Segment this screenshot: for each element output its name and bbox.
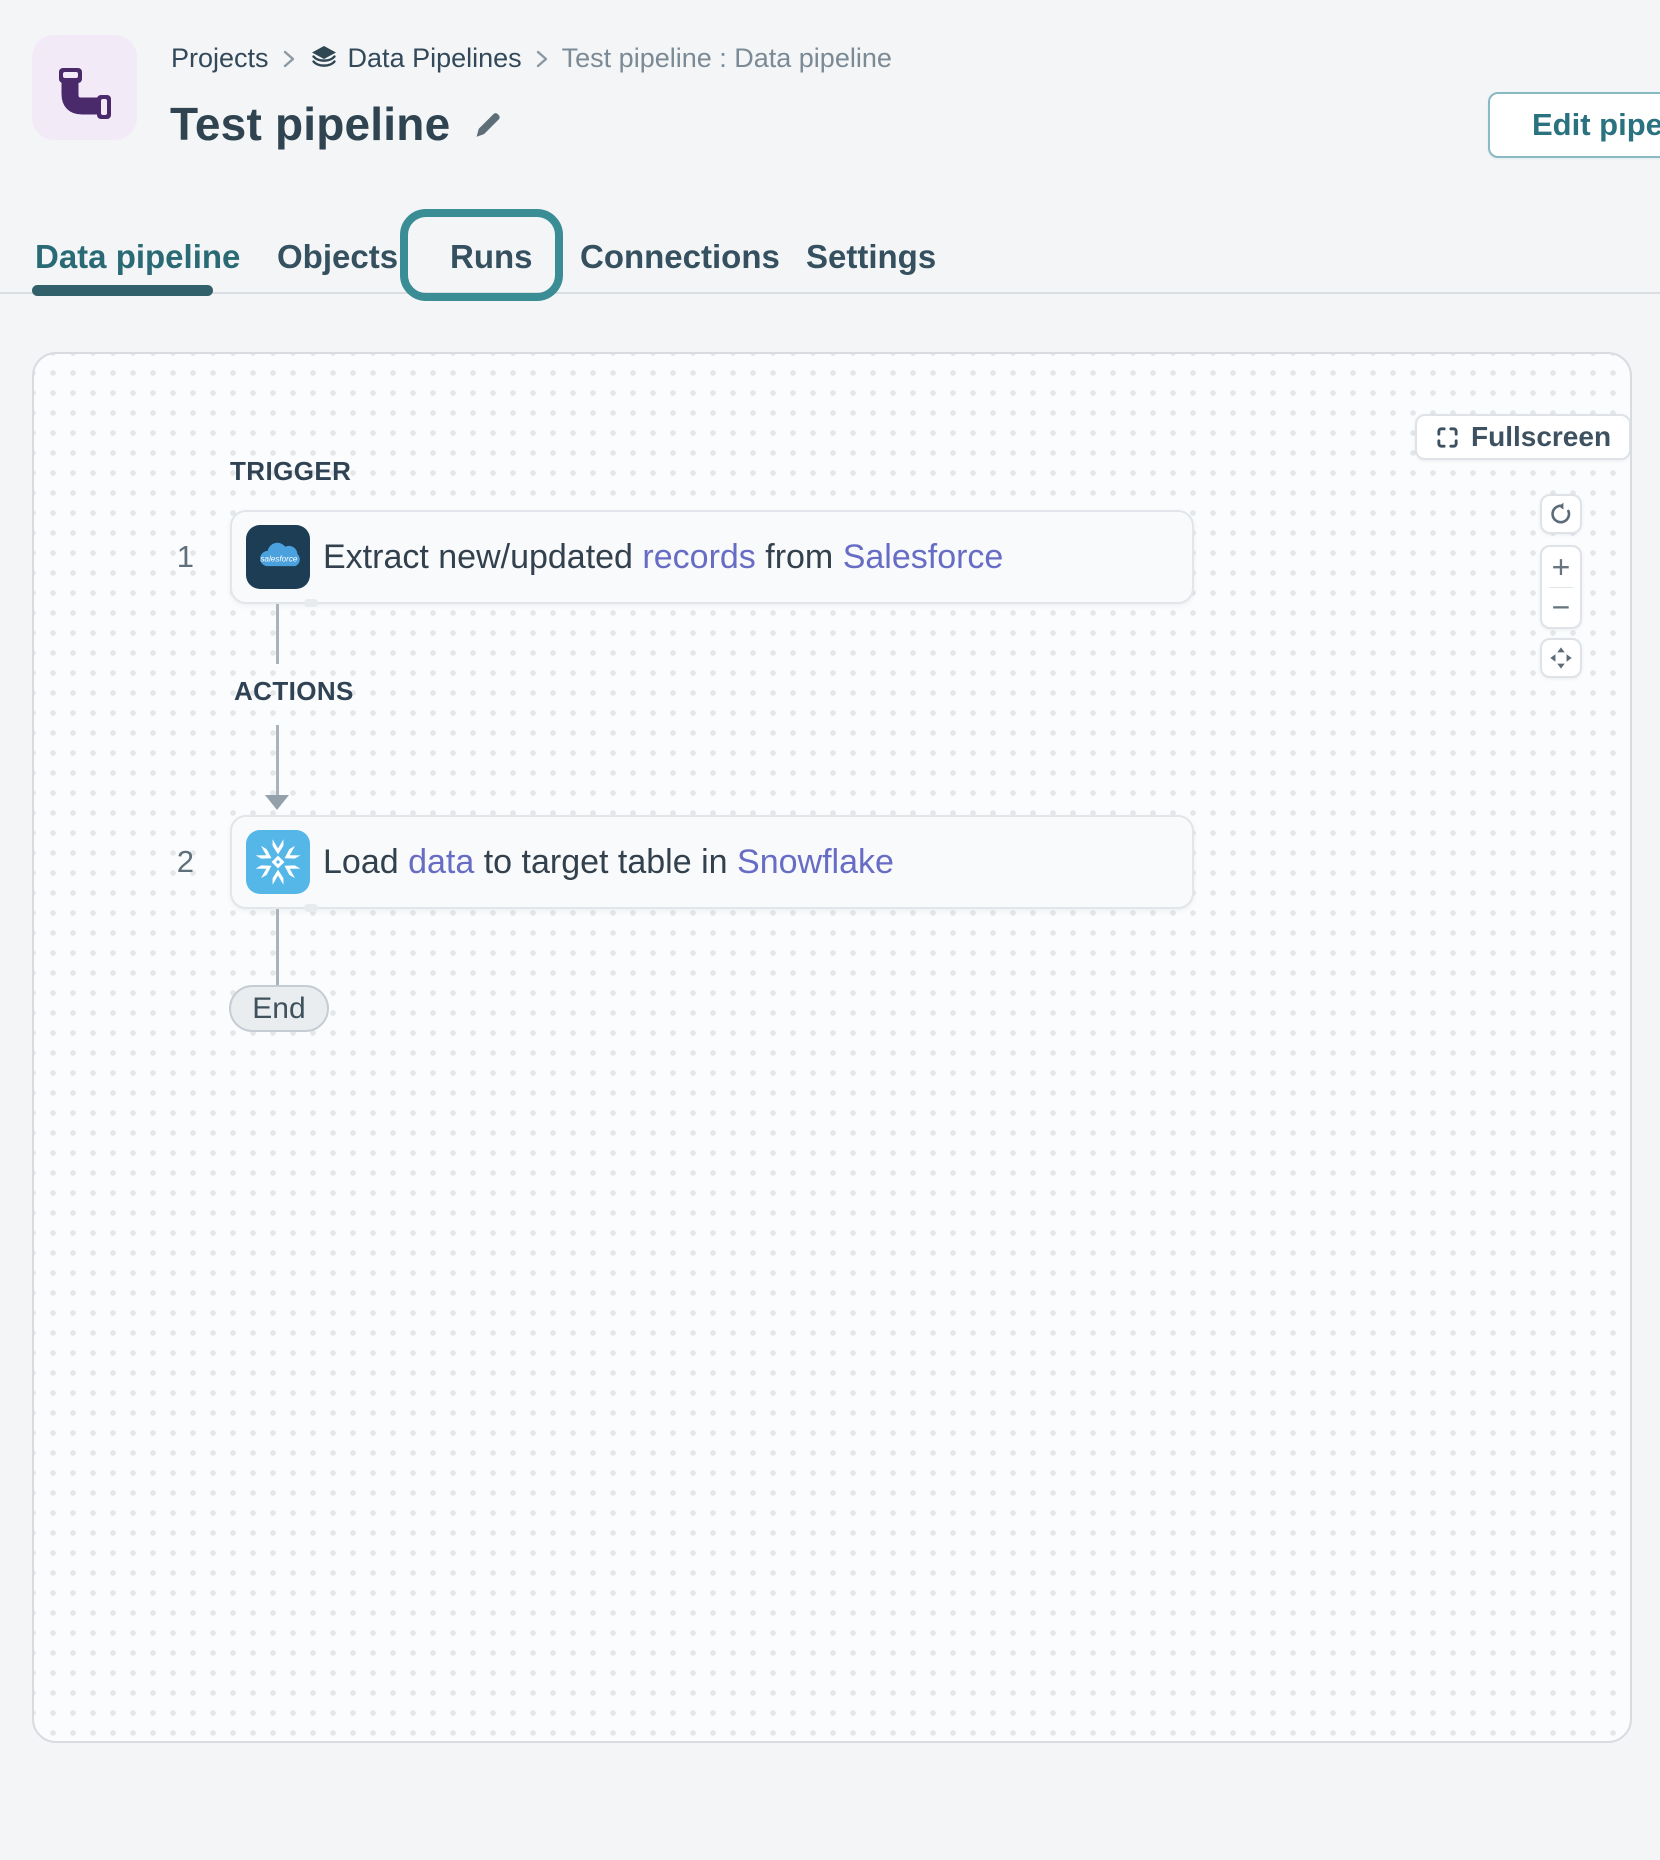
node-1-number: 1 <box>139 539 194 575</box>
fullscreen-button[interactable]: Fullscreen <box>1415 414 1631 460</box>
chevron-right-icon <box>282 48 296 70</box>
breadcrumb: Projects Data Pipelines Test pipeline : … <box>171 41 892 75</box>
reset-view-button[interactable] <box>1540 494 1582 534</box>
trigger-node-card[interactable]: salesforce Extract new/updated records f… <box>230 510 1194 604</box>
pipe-icon <box>49 52 121 124</box>
reset-rotate-icon <box>1549 502 1573 526</box>
fullscreen-icon <box>1435 425 1460 450</box>
tabbar-divider <box>0 292 1660 294</box>
connector-arrowhead <box>265 795 289 810</box>
chevron-right-icon <box>535 48 549 70</box>
trigger-section-label: TRIGGER <box>230 456 351 487</box>
svg-text:salesforce: salesforce <box>260 555 298 564</box>
pipeline-canvas[interactable]: Fullscreen + − TRIGGER 1 <box>32 352 1632 1743</box>
salesforce-icon: salesforce <box>246 525 310 589</box>
breadcrumb-current: Test pipeline : Data pipeline <box>562 43 892 74</box>
fullscreen-label: Fullscreen <box>1471 421 1611 453</box>
end-node[interactable]: End <box>229 985 329 1032</box>
layers-icon <box>309 43 339 73</box>
breadcrumb-projects[interactable]: Projects <box>171 43 269 74</box>
action-node-card[interactable]: Load data to target table in Snowflake <box>230 815 1194 909</box>
page-title: Test pipeline <box>170 97 450 151</box>
data-link[interactable]: data <box>408 843 474 881</box>
edit-pencil-icon[interactable] <box>472 109 502 139</box>
active-tab-underline <box>32 285 213 296</box>
zoom-controls: + − <box>1540 545 1582 629</box>
action-node-text: Load data to target table in Snowflake <box>323 843 894 882</box>
tab-data-pipeline[interactable]: Data pipeline <box>35 238 240 282</box>
tab-connections[interactable]: Connections <box>580 238 780 282</box>
edit-pipeline-button[interactable]: Edit pipeline <box>1488 92 1660 158</box>
tab-objects[interactable]: Objects <box>277 238 398 282</box>
node-2-number: 2 <box>139 844 194 880</box>
connector-line <box>276 909 279 985</box>
snowflake-link[interactable]: Snowflake <box>737 843 894 881</box>
connector-notch <box>304 904 318 912</box>
zoom-out-button[interactable]: − <box>1542 588 1580 628</box>
app-root: Projects Data Pipelines Test pipeline : … <box>0 0 1660 1860</box>
tab-runs[interactable]: Runs <box>450 238 533 282</box>
zoom-in-button[interactable]: + <box>1542 547 1580 587</box>
trigger-node-text: Extract new/updated records from Salesfo… <box>323 538 1003 577</box>
pipeline-app-tile <box>32 35 137 140</box>
actions-section-label: ACTIONS <box>234 676 354 707</box>
records-link[interactable]: records <box>642 538 755 576</box>
breadcrumb-data-pipelines[interactable]: Data Pipelines <box>309 43 522 74</box>
salesforce-link[interactable]: Salesforce <box>843 538 1004 576</box>
snowflake-icon <box>246 830 310 894</box>
tab-settings[interactable]: Settings <box>806 238 936 282</box>
connector-line <box>276 725 279 797</box>
connector-notch <box>304 599 318 607</box>
connector-line <box>276 604 279 664</box>
pan-move-icon <box>1548 645 1574 671</box>
pan-button[interactable] <box>1540 638 1582 678</box>
